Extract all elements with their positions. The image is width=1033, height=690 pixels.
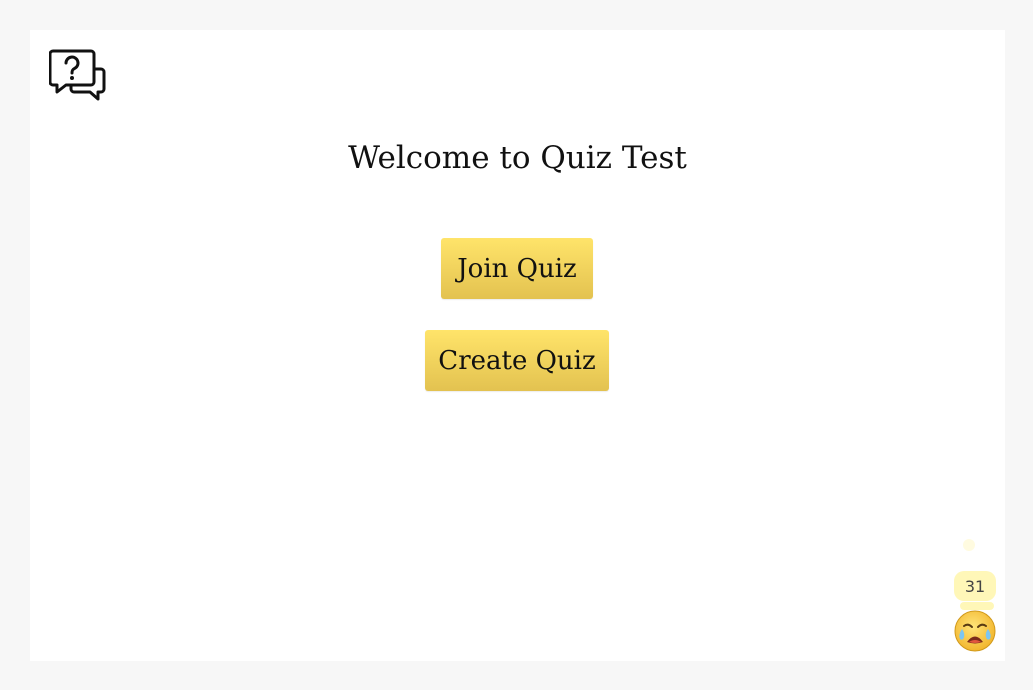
question-chat-bubbles-icon	[48, 49, 107, 101]
create-quiz-button[interactable]: Create Quiz	[425, 330, 609, 391]
reaction-count-badge: 31	[954, 571, 996, 601]
reaction-widget[interactable]: 31	[952, 535, 998, 653]
crying-face-icon[interactable]	[953, 609, 997, 653]
main-card: Welcome to Quiz Test Join Quiz Create Qu…	[30, 30, 1005, 661]
join-quiz-button[interactable]: Join Quiz	[441, 238, 593, 299]
reaction-indicator-dot	[963, 539, 975, 551]
page-title: Welcome to Quiz Test	[348, 140, 687, 176]
